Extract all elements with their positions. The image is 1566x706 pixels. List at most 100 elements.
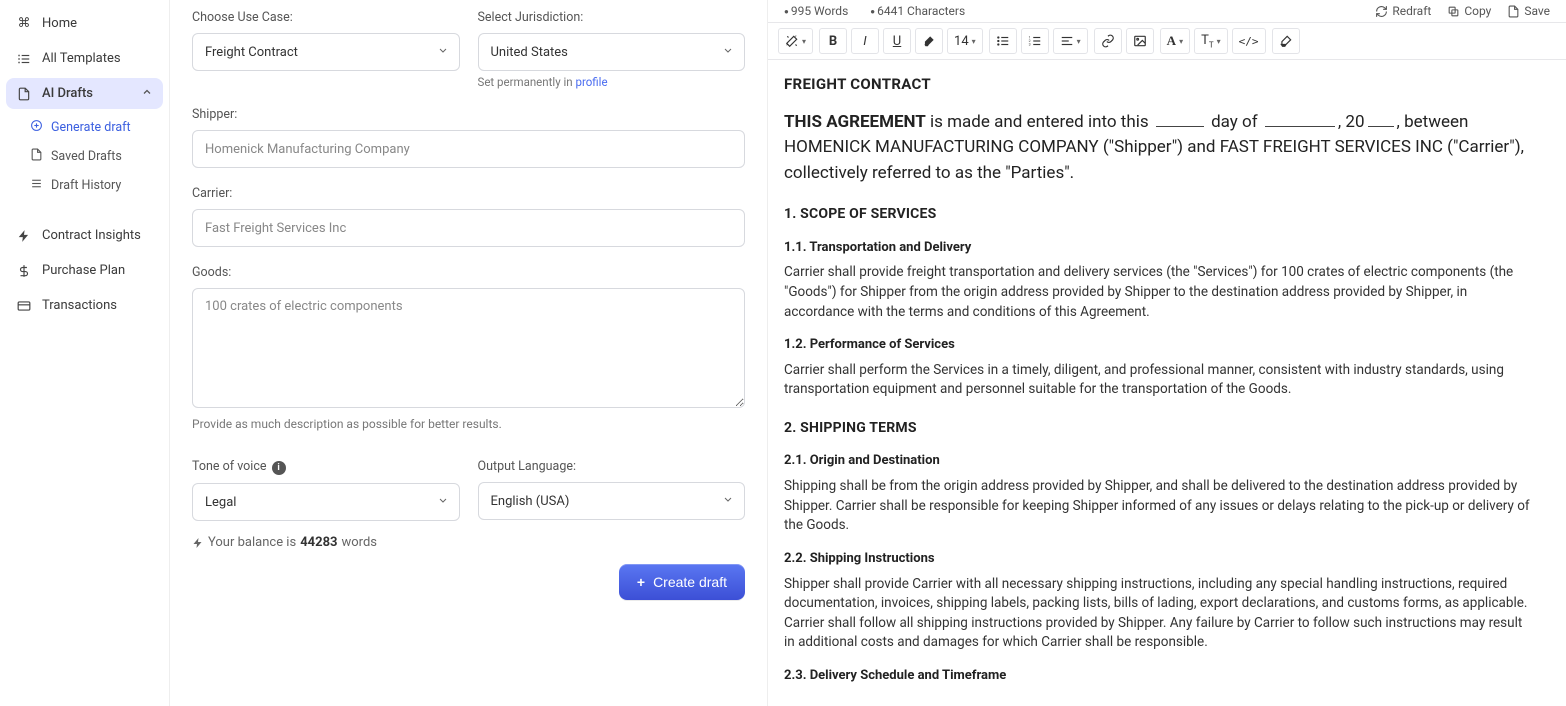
font-family-button[interactable]: A▾	[1160, 28, 1190, 54]
image-button[interactable]	[1126, 28, 1154, 54]
form-panel: Choose Use Case: Freight Contract Select…	[170, 0, 768, 706]
svg-text:3: 3	[1028, 43, 1030, 47]
font-size-select[interactable]: 14▾	[947, 28, 983, 54]
document-editor[interactable]: FREIGHT CONTRACT THIS AGREEMENT is made …	[768, 60, 1566, 706]
copy-icon	[1447, 5, 1460, 18]
nav-generate-draft[interactable]: Generate draft	[20, 113, 163, 142]
sidebar: ⌘ Home All Templates AI Drafts Generate …	[0, 0, 170, 706]
balance-text: Your balance is 44283 words	[192, 535, 745, 550]
editor-header: 995 Words 6441 Characters Redraft Copy S…	[768, 0, 1566, 22]
info-icon: i	[272, 461, 286, 475]
nav-draft-history[interactable]: Draft History	[20, 171, 163, 200]
nav-all-templates[interactable]: All Templates	[6, 43, 163, 74]
heading-icon: TT	[1201, 33, 1214, 50]
command-icon: ⌘	[16, 16, 32, 31]
chevron-up-icon	[141, 86, 153, 101]
goods-label: Goods:	[192, 265, 745, 280]
goods-textarea[interactable]: 100 crates of electric components	[192, 288, 745, 408]
code-button[interactable]: </>	[1232, 28, 1266, 54]
section-1-heading: 1. SCOPE OF SERVICES	[784, 204, 1536, 224]
copy-button[interactable]: Copy	[1447, 4, 1491, 18]
nav-ai-drafts[interactable]: AI Drafts	[6, 78, 163, 109]
nav-saved-drafts[interactable]: Saved Drafts	[20, 142, 163, 171]
jurisdiction-label: Select Jurisdiction:	[478, 10, 746, 25]
nav-home[interactable]: ⌘ Home	[6, 8, 163, 39]
heading-button[interactable]: TT▾	[1194, 28, 1228, 54]
section-2-1-heading: 2.1. Origin and Destination	[784, 452, 1536, 471]
section-2-3-heading: 2.3. Delivery Schedule and Timeframe	[784, 667, 1536, 686]
list-icon	[16, 52, 32, 66]
tone-select[interactable]: Legal	[192, 483, 460, 521]
bold-icon: B	[829, 34, 837, 49]
bolt-icon	[16, 229, 32, 243]
list-ul-icon	[996, 34, 1010, 48]
shipper-label: Shipper:	[192, 107, 745, 122]
underline-icon: U	[893, 34, 901, 49]
history-icon	[30, 177, 43, 194]
use-case-select[interactable]: Freight Contract	[192, 33, 460, 71]
magic-button[interactable]: ▾	[778, 28, 813, 54]
use-case-label: Choose Use Case:	[192, 10, 460, 25]
plus-circle-icon	[30, 119, 43, 136]
clear-format-button[interactable]	[1272, 28, 1300, 54]
chevron-down-icon: ▾	[1217, 37, 1221, 46]
chevron-down-icon: ▾	[802, 37, 806, 46]
lang-select[interactable]: English (USA)	[478, 482, 746, 520]
bold-button[interactable]: B	[819, 28, 847, 54]
nav-purchase-plan[interactable]: Purchase Plan	[6, 255, 163, 286]
file-saved-icon	[30, 148, 43, 165]
chevron-down-icon: ▾	[972, 37, 976, 46]
highlight-icon	[922, 34, 936, 48]
font-icon: A	[1167, 33, 1176, 49]
redraft-button[interactable]: Redraft	[1375, 4, 1431, 18]
chevron-down-icon	[722, 494, 734, 509]
jurisdiction-value: United States	[491, 45, 568, 60]
editor-panel: 995 Words 6441 Characters Redraft Copy S…	[768, 0, 1566, 706]
goods-help: Provide as much description as possible …	[192, 417, 745, 431]
italic-icon: I	[863, 34, 866, 49]
editor-toolbar: ▾ B I U 14▾ 123 ▾	[768, 22, 1566, 60]
ul-button[interactable]	[989, 28, 1017, 54]
eraser-icon	[1279, 34, 1293, 48]
section-2-2-heading: 2.2. Shipping Instructions	[784, 550, 1536, 569]
bolt-icon	[192, 537, 204, 549]
ai-drafts-submenu: Generate draft Saved Drafts Draft Histor…	[20, 113, 163, 200]
refresh-icon	[1375, 5, 1388, 18]
nav-transactions-label: Transactions	[42, 298, 117, 313]
card-icon	[16, 299, 32, 313]
char-count: 6441 Characters	[870, 4, 965, 18]
underline-button[interactable]: U	[883, 28, 911, 54]
nav-contract-insights[interactable]: Contract Insights	[6, 220, 163, 251]
profile-link[interactable]: profile	[576, 75, 608, 89]
nav-generate-draft-label: Generate draft	[51, 120, 131, 135]
nav-saved-drafts-label: Saved Drafts	[51, 149, 122, 164]
align-button[interactable]: ▾	[1053, 28, 1088, 54]
nav-purchase-plan-label: Purchase Plan	[42, 263, 125, 278]
code-icon: </>	[1239, 35, 1259, 48]
chevron-down-icon	[437, 495, 449, 510]
section-1-1-heading: 1.1. Transportation and Delivery	[784, 239, 1536, 258]
highlight-button[interactable]	[915, 28, 943, 54]
save-icon	[1507, 5, 1520, 18]
word-count: 995 Words	[784, 4, 848, 18]
agreement-intro: THIS AGREEMENT is made and entered into …	[784, 110, 1536, 187]
section-2-2-body: Shipper shall provide Carrier with all n…	[784, 575, 1536, 653]
tone-value: Legal	[205, 495, 236, 510]
lang-value: English (USA)	[491, 494, 570, 509]
jurisdiction-select[interactable]: United States	[478, 33, 746, 71]
nav-draft-history-label: Draft History	[51, 178, 121, 193]
section-2-1-body: Shipping shall be from the origin addres…	[784, 477, 1536, 536]
dollar-icon	[16, 264, 32, 278]
chevron-down-icon: ▾	[1179, 37, 1183, 46]
carrier-input[interactable]	[192, 209, 745, 247]
italic-button[interactable]: I	[851, 28, 879, 54]
tone-label: Tone of voice i	[192, 459, 460, 475]
file-icon	[16, 87, 32, 101]
save-button[interactable]: Save	[1507, 4, 1550, 18]
shipper-input[interactable]	[192, 130, 745, 168]
create-draft-button[interactable]: + Create draft	[619, 564, 745, 600]
nav-all-templates-label: All Templates	[42, 51, 121, 66]
link-button[interactable]	[1094, 28, 1122, 54]
nav-transactions[interactable]: Transactions	[6, 290, 163, 321]
ol-button[interactable]: 123	[1021, 28, 1049, 54]
